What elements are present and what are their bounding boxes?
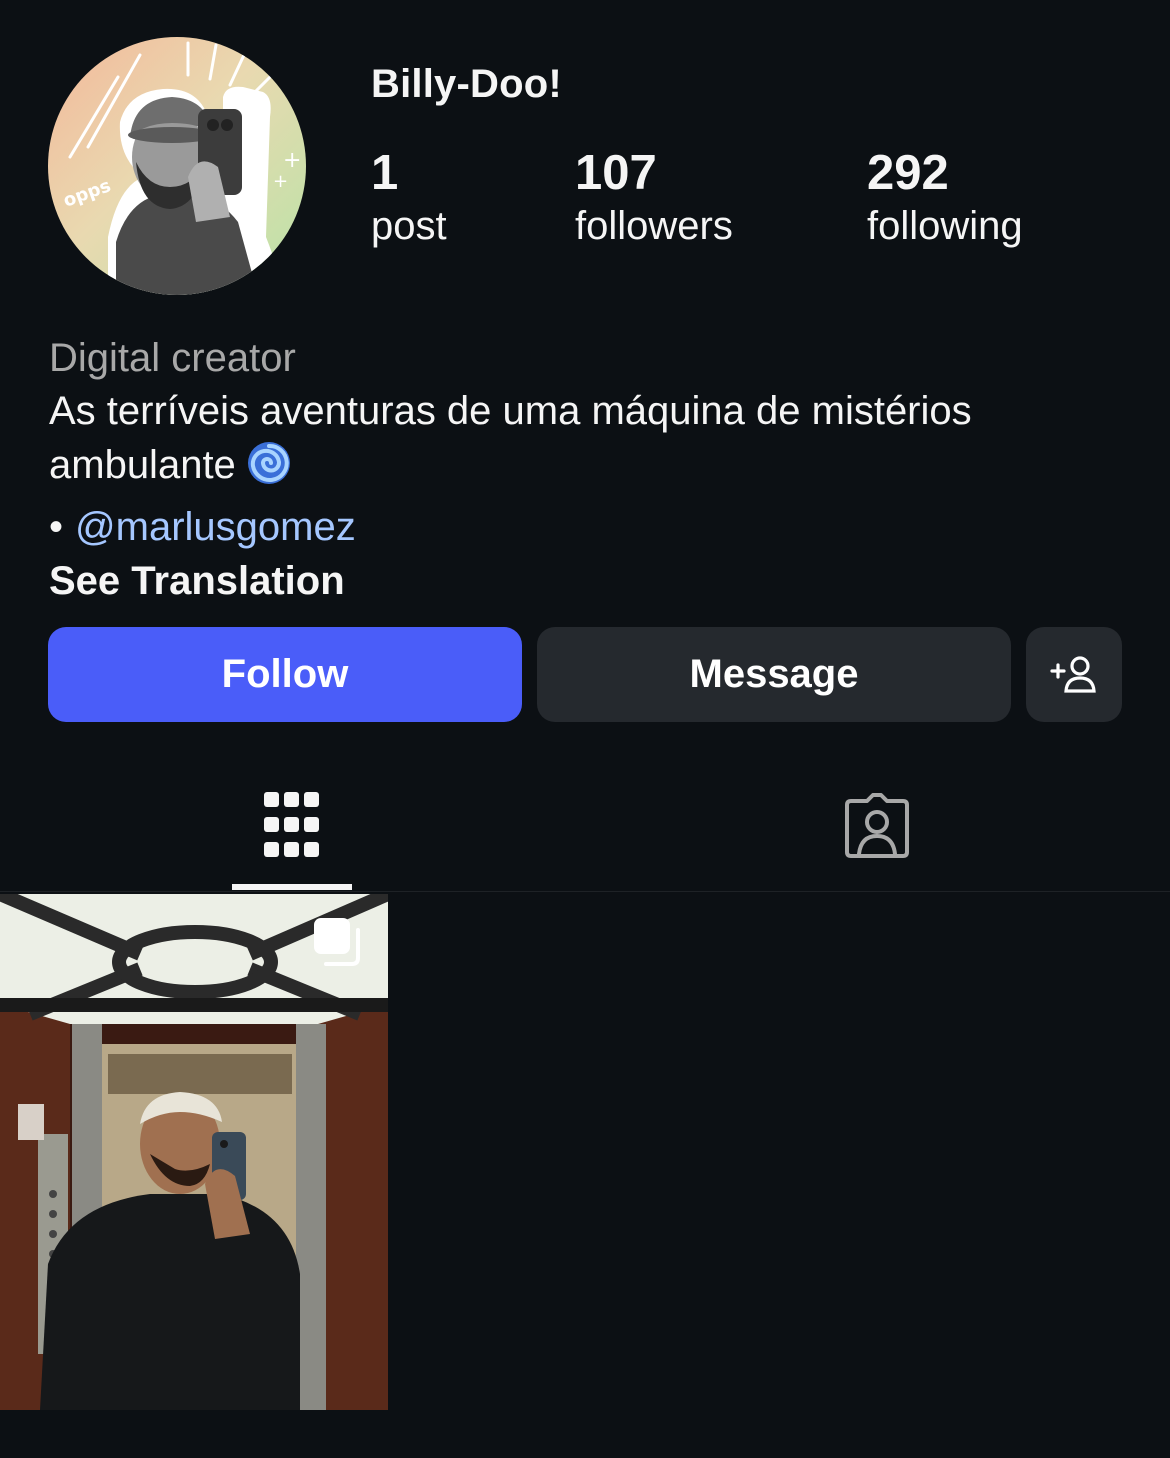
followers-stat[interactable]: 107 followers	[575, 146, 733, 252]
carousel-icon	[314, 918, 360, 966]
following-label: following	[867, 204, 1023, 248]
add-person-icon	[1050, 655, 1096, 693]
profile-username: Billy-Doo!	[371, 62, 562, 106]
active-tab-indicator	[232, 884, 352, 890]
posts-label: post	[371, 204, 447, 248]
profile-avatar[interactable]: + + opps	[48, 37, 306, 295]
bio-line-2: ambulante	[49, 443, 236, 487]
profile-page: + + opps Billy-Doo! 1 post 107 followers…	[0, 0, 1170, 1458]
mention-link[interactable]: @marlusgomez	[75, 505, 356, 549]
profile-tabs	[0, 760, 1170, 892]
followers-label: followers	[575, 204, 733, 248]
follow-button-label: Follow	[221, 652, 349, 696]
post-thumbnail[interactable]	[0, 894, 388, 1410]
posts-count-stat: 1 post	[371, 146, 447, 252]
tab-posts-grid[interactable]	[232, 760, 352, 890]
profile-bio: Digital creator As terríveis aventuras d…	[49, 332, 1129, 608]
bio-line-2-row: ambulante	[49, 438, 1129, 500]
tab-tagged[interactable]	[817, 760, 937, 890]
following-count: 292	[867, 146, 949, 200]
tagged-person-icon	[845, 793, 909, 858]
grid-icon	[264, 792, 319, 857]
following-stat[interactable]: 292 following	[867, 146, 1023, 252]
bio-line-1: As terríveis aventuras de uma máquina de…	[49, 389, 972, 433]
svg-text:+: +	[273, 171, 288, 192]
avatar-sticker-text: opps	[61, 175, 114, 211]
see-translation-link[interactable]: See Translation	[49, 554, 1129, 608]
svg-text:+: +	[283, 148, 301, 173]
follow-button[interactable]: Follow	[48, 627, 522, 722]
followers-count: 107	[575, 146, 657, 200]
mention-row: • @marlusgomez	[49, 500, 1129, 554]
message-button-label: Message	[689, 652, 859, 696]
message-button[interactable]: Message	[537, 627, 1011, 722]
posts-count: 1	[371, 146, 399, 200]
bullet: •	[49, 505, 64, 549]
cyclone-emoji-icon	[246, 440, 292, 500]
avatar-image: + + opps	[61, 41, 301, 295]
post-image	[0, 894, 388, 1410]
profile-category: Digital creator	[49, 336, 296, 380]
suggested-users-button[interactable]	[1026, 627, 1122, 722]
